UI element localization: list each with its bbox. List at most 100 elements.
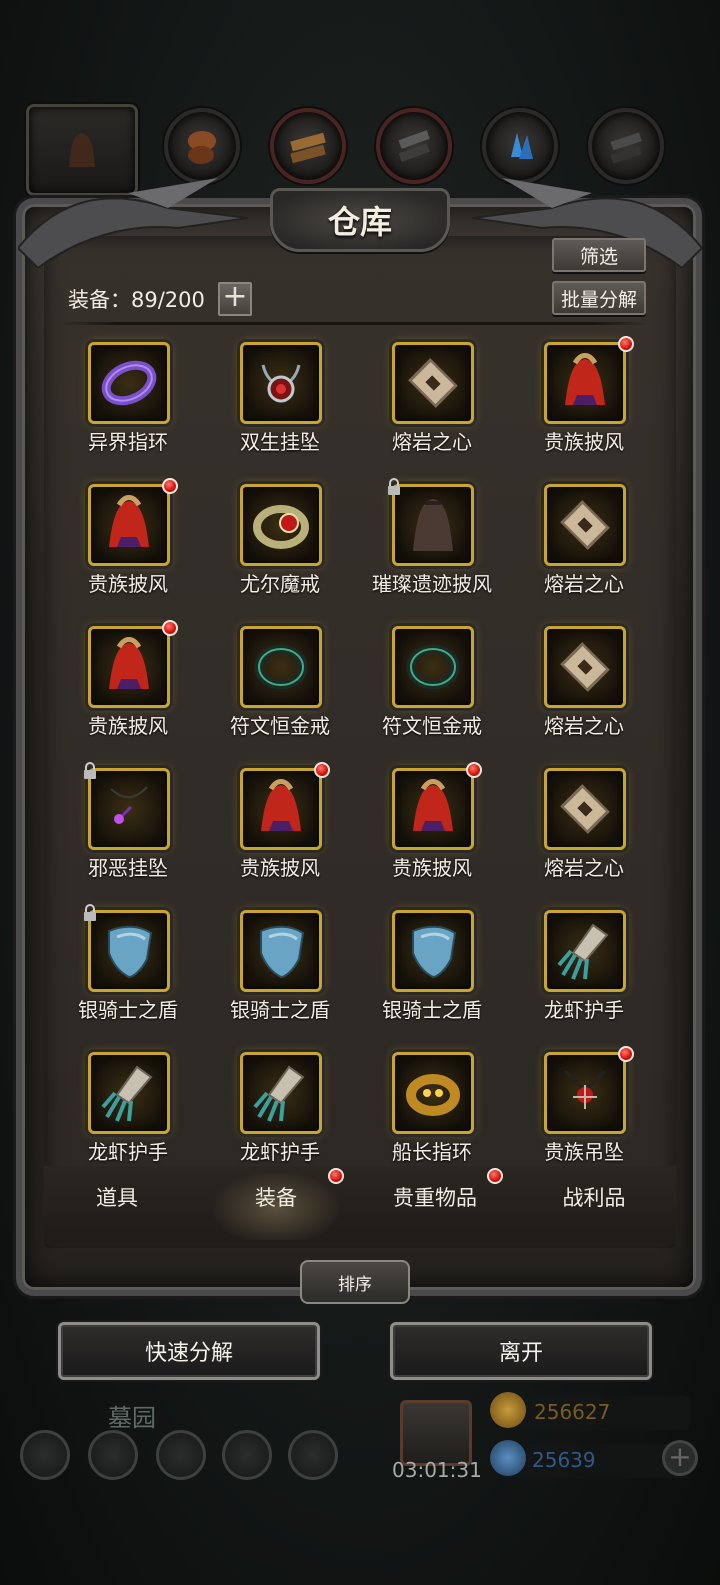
- tab-loot[interactable]: 战利品: [529, 1182, 659, 1212]
- inventory-item[interactable]: 龙虾护手: [204, 1040, 356, 1170]
- inventory-item[interactable]: 符文恒金戒: [356, 614, 508, 744]
- inventory-item[interactable]: 银骑士之盾: [52, 898, 204, 1028]
- hud-character-button[interactable]: [88, 1430, 138, 1480]
- item-slot[interactable]: [392, 626, 474, 708]
- inventory-item[interactable]: 贵族披风: [204, 756, 356, 886]
- hud-skills-button[interactable]: [156, 1430, 206, 1480]
- add-gems-button[interactable]: +: [662, 1440, 698, 1476]
- crystal-icon: [511, 133, 533, 159]
- inventory-item[interactable]: 船长指环: [356, 1040, 508, 1170]
- item-slot[interactable]: [88, 342, 170, 424]
- inventory-item[interactable]: 龙虾护手: [508, 898, 660, 1028]
- dark-cloak-icon: [413, 499, 453, 551]
- item-slot[interactable]: [392, 768, 474, 850]
- inventory-item[interactable]: 贵族披风: [52, 472, 204, 602]
- item-name: 熔岩之心: [544, 572, 624, 596]
- inventory-item[interactable]: 尤尔魔戒: [204, 472, 356, 602]
- item-slot[interactable]: [544, 1052, 626, 1134]
- filter-button[interactable]: 筛选: [552, 238, 646, 272]
- inventory-item[interactable]: 熔岩之心: [508, 472, 660, 602]
- claw-gauntlet-icon: [557, 923, 609, 980]
- category-tab-wood[interactable]: [270, 108, 346, 184]
- item-name: 贵族披风: [88, 714, 168, 738]
- item-name: 贵族吊坠: [544, 1140, 624, 1164]
- tab-props[interactable]: 道具: [52, 1182, 182, 1212]
- inventory-item[interactable]: 银骑士之盾: [356, 898, 508, 1028]
- item-slot[interactable]: [240, 910, 322, 992]
- item-slot[interactable]: [544, 484, 626, 566]
- item-name: 龙虾护手: [88, 1140, 168, 1164]
- inventory-item[interactable]: 龙虾护手: [52, 1040, 204, 1170]
- category-tab-stone[interactable]: [588, 108, 664, 184]
- claw-gauntlet-icon: [253, 1065, 305, 1122]
- item-name: 贵族披风: [544, 430, 624, 454]
- inventory-item[interactable]: 邪恶挂坠: [52, 756, 204, 886]
- item-slot[interactable]: [392, 1052, 474, 1134]
- category-tab-iron[interactable]: [376, 108, 452, 184]
- item-slot[interactable]: [88, 484, 170, 566]
- item-slot[interactable]: [392, 342, 474, 424]
- item-slot[interactable]: [392, 910, 474, 992]
- sort-button[interactable]: 排序: [300, 1260, 410, 1304]
- item-name: 异界指环: [88, 430, 168, 454]
- silver-shield-icon: [108, 925, 153, 979]
- item-slot[interactable]: [88, 626, 170, 708]
- divider: [60, 322, 650, 325]
- tab-valuables[interactable]: 贵重物品: [370, 1182, 500, 1212]
- item-slot[interactable]: [240, 1052, 322, 1134]
- inventory-item[interactable]: 银骑士之盾: [204, 898, 356, 1028]
- item-slot[interactable]: [240, 342, 322, 424]
- item-slot[interactable]: [544, 342, 626, 424]
- leave-button[interactable]: 离开: [390, 1322, 652, 1380]
- hud-map-button[interactable]: [288, 1430, 338, 1480]
- item-slot[interactable]: [88, 910, 170, 992]
- claw-gauntlet-icon: [101, 1065, 153, 1122]
- inventory-item[interactable]: 异界指环: [52, 330, 204, 460]
- hud-settings-button[interactable]: [20, 1430, 70, 1480]
- red-cloak-icon: [109, 637, 149, 689]
- lava-heart-icon: [560, 642, 610, 692]
- item-slot[interactable]: [240, 626, 322, 708]
- inventory-item[interactable]: 熔岩之心: [508, 756, 660, 886]
- tab-equipment[interactable]: 装备: [211, 1182, 341, 1212]
- inventory-item[interactable]: 熔岩之心: [508, 614, 660, 744]
- inventory-item[interactable]: 贵族吊坠: [508, 1040, 660, 1170]
- inventory-item[interactable]: 熔岩之心: [356, 330, 508, 460]
- new-item-badge: [618, 336, 634, 352]
- inventory-item[interactable]: 符文恒金戒: [204, 614, 356, 744]
- lava-heart-icon: [560, 784, 610, 834]
- item-slot[interactable]: [240, 768, 322, 850]
- gift-box-icon[interactable]: [400, 1400, 472, 1466]
- item-slot[interactable]: [392, 484, 474, 566]
- inventory-item[interactable]: 贵族披风: [356, 756, 508, 886]
- iron-icon: [398, 130, 430, 162]
- lock-icon: [84, 762, 96, 779]
- inventory-item[interactable]: 璀璨遗迹披风: [356, 472, 508, 602]
- expand-capacity-button[interactable]: +: [218, 282, 252, 316]
- green-ring-icon: [254, 644, 308, 690]
- item-slot[interactable]: [240, 484, 322, 566]
- gem-amount: 25639: [532, 1448, 596, 1472]
- hud-mail-button[interactable]: [222, 1430, 272, 1480]
- red-cloak-icon: [261, 779, 301, 831]
- location-label: 墓园: [108, 1404, 156, 1432]
- inventory-item[interactable]: 贵族披风: [508, 330, 660, 460]
- item-name: 龙虾护手: [544, 998, 624, 1022]
- inventory-item[interactable]: 贵族披风: [52, 614, 204, 744]
- item-slot[interactable]: [544, 910, 626, 992]
- noble-pendant-icon: [563, 1069, 607, 1109]
- item-slot[interactable]: [544, 768, 626, 850]
- lock-icon: [84, 904, 96, 921]
- bulk-dismantle-button[interactable]: 批量分解: [552, 281, 646, 315]
- category-tab-crystal[interactable]: [482, 108, 558, 184]
- item-slot[interactable]: [544, 626, 626, 708]
- item-slot[interactable]: [88, 768, 170, 850]
- quick-dismantle-button[interactable]: 快速分解: [58, 1322, 320, 1380]
- category-tab-ore[interactable]: [164, 108, 240, 184]
- silver-shield-icon: [412, 925, 457, 979]
- inventory-item[interactable]: 双生挂坠: [204, 330, 356, 460]
- new-item-badge: [618, 1046, 634, 1062]
- equipment-count: 装备：89/200: [68, 288, 205, 312]
- item-slot[interactable]: [88, 1052, 170, 1134]
- wood-icon: [290, 132, 326, 164]
